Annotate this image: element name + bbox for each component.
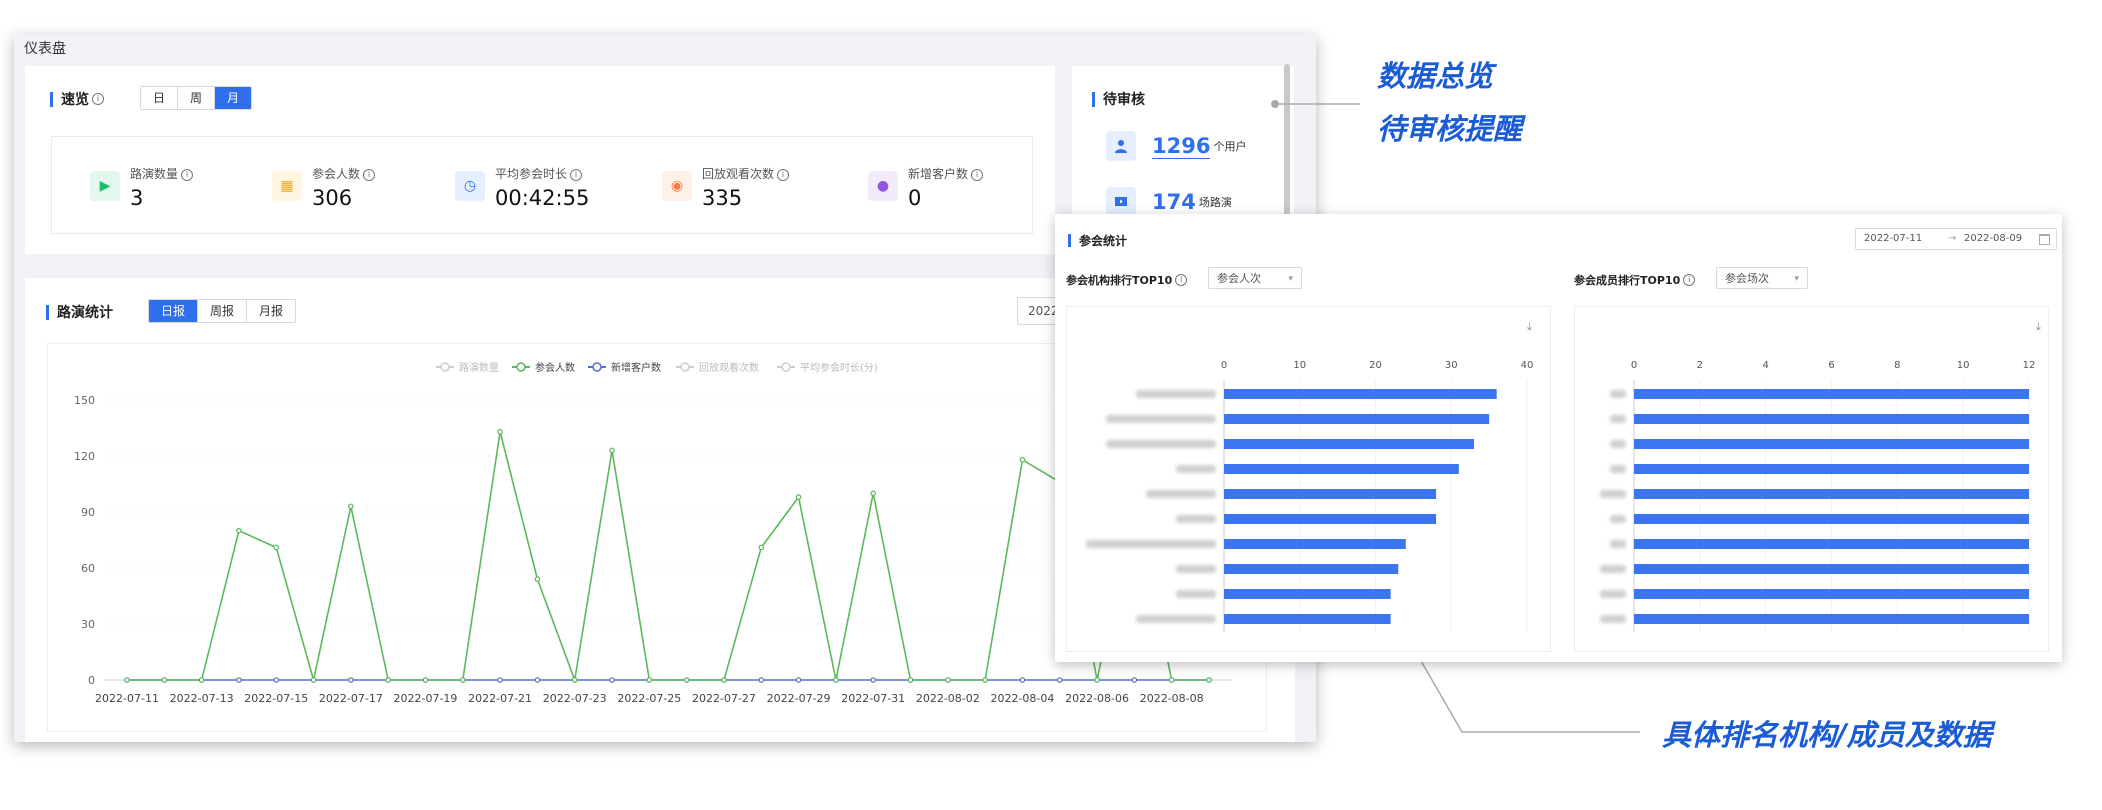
blurred-label <box>1610 415 1626 423</box>
blurred-label <box>1136 615 1216 623</box>
bar <box>1634 464 2029 474</box>
blurred-label <box>1600 590 1626 598</box>
x-tick-label: 8 <box>1894 360 1900 371</box>
bar <box>1224 589 1391 599</box>
x-tick-label: 10 <box>1293 360 1306 371</box>
x-tick-label: 2 <box>1697 360 1703 371</box>
bar <box>1224 414 1490 424</box>
blurred-label <box>1610 540 1626 548</box>
blurred-label <box>1610 440 1626 448</box>
x-tick-label: 30 <box>1445 360 1458 371</box>
blurred-label <box>1146 490 1216 498</box>
bar <box>1634 614 2029 624</box>
blurred-label <box>1106 440 1216 448</box>
blurred-label <box>1610 390 1626 398</box>
x-tick-label: 6 <box>1828 360 1834 371</box>
x-tick-label: 4 <box>1762 360 1768 371</box>
bar <box>1224 514 1437 524</box>
bar <box>1224 439 1474 449</box>
x-tick-label: 12 <box>2023 360 2036 371</box>
blurred-label <box>1610 465 1626 473</box>
bar <box>1634 589 2029 599</box>
x-tick-label: 0 <box>1221 360 1227 371</box>
blurred-label <box>1600 615 1626 623</box>
blurred-label <box>1600 490 1626 498</box>
bar <box>1634 489 2029 499</box>
bar <box>1224 614 1391 624</box>
bar <box>1634 439 2029 449</box>
bar <box>1224 564 1399 574</box>
bar <box>1634 539 2029 549</box>
bar <box>1224 539 1406 549</box>
blurred-label <box>1106 415 1216 423</box>
bar <box>1634 564 2029 574</box>
blurred-label <box>1610 515 1626 523</box>
x-tick-label: 10 <box>1957 360 1970 371</box>
x-tick-label: 20 <box>1369 360 1382 371</box>
blurred-label <box>1136 390 1216 398</box>
bar <box>1224 389 1497 399</box>
bar <box>1634 514 2029 524</box>
bar <box>1634 414 2029 424</box>
x-tick-label: 0 <box>1631 360 1637 371</box>
blurred-label <box>1176 515 1216 523</box>
blurred-label <box>1176 565 1216 573</box>
blurred-label <box>1086 540 1216 548</box>
x-tick-label: 40 <box>1521 360 1534 371</box>
ranking-bar-charts: 0 10 20 30 40 0 2 4 6 8 10 12 <box>1086 360 2036 632</box>
bar <box>1224 489 1437 499</box>
bar <box>1634 389 2029 399</box>
blurred-label <box>1176 590 1216 598</box>
blurred-label <box>1176 465 1216 473</box>
blurred-label <box>1600 565 1626 573</box>
bar <box>1224 464 1459 474</box>
